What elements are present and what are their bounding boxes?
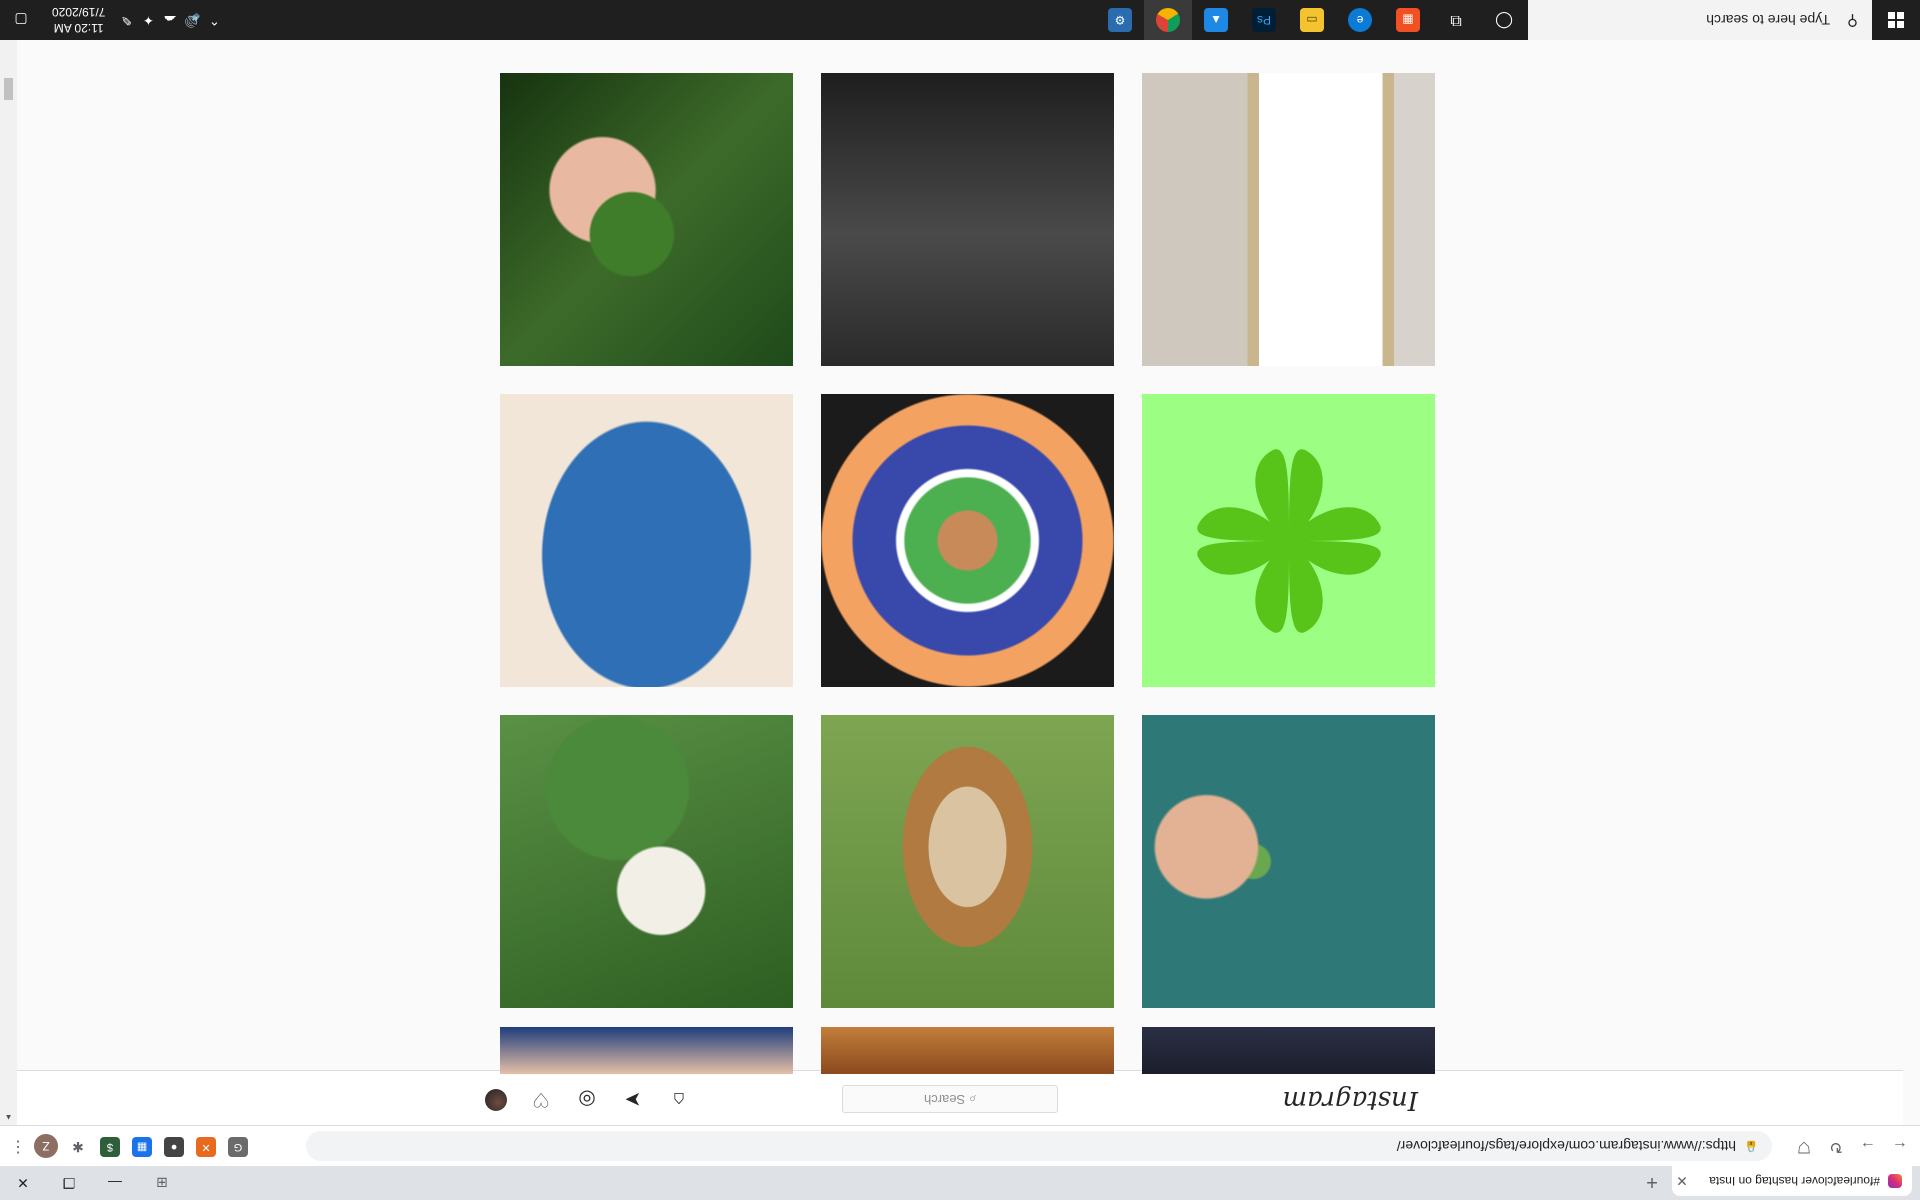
extension-g-icon[interactable]: G [228, 1137, 248, 1157]
settings-gear-icon[interactable]: ⚙ [1096, 0, 1144, 40]
search-placeholder: Search [923, 1092, 966, 1107]
post-tile-black-fabric[interactable] [821, 73, 1114, 366]
window-controls: — ❐ ✕ [0, 1166, 138, 1200]
minimize-button[interactable]: — [92, 1166, 138, 1200]
new-tab-button[interactable]: + [1640, 1170, 1664, 1194]
post-tile-artwork[interactable] [821, 394, 1114, 687]
post-tile-shamrock[interactable] [1142, 394, 1435, 687]
tab-strip: #fourleafclover hashtag on Insta ✕ + ⊞ —… [0, 1166, 1920, 1200]
start-button[interactable] [1872, 0, 1920, 40]
scroll-up-arrow-icon[interactable]: ▲ [0, 1109, 17, 1125]
url-text[interactable]: https://www.instagram.com/explore/tags/f… [1397, 1138, 1736, 1154]
explore-compass-icon[interactable]: ◎ [575, 1087, 599, 1111]
extension-shield-icon[interactable]: ⛉ [1792, 1134, 1816, 1158]
show-hidden-icons-chevron-icon[interactable]: ⌃ [203, 12, 225, 28]
shamrock-icon [1197, 449, 1381, 633]
task-view-icon[interactable]: ⧉ [1432, 0, 1480, 40]
tab-close-icon[interactable]: ✕ [1672, 1173, 1692, 1190]
pen-icon[interactable]: ✎ [115, 12, 137, 28]
address-bar[interactable]: 🔒 https://www.instagram.com/explore/tags… [306, 1131, 1772, 1161]
onedrive-cloud-icon[interactable]: ☁ [159, 12, 181, 28]
instagram-nav-icons: ⌂ ➤ ◎ ♡ [485, 1087, 691, 1111]
clock[interactable]: 11:20 AM 7/19/2020 [42, 4, 115, 36]
post-tile-dog[interactable] [821, 715, 1114, 1008]
back-button[interactable]: ← [1888, 1134, 1912, 1158]
page-scrollbar[interactable]: ▲ ▼ [0, 0, 17, 1125]
edge-icon[interactable]: e [1336, 0, 1384, 40]
close-window-button[interactable]: ✕ [0, 1166, 46, 1200]
file-explorer-icon[interactable]: ▭ [1288, 0, 1336, 40]
clock-time: 11:20 AM [53, 21, 104, 35]
extension-x-icon[interactable]: ✕ [196, 1137, 216, 1157]
extension-grid-icon[interactable]: ▦ [132, 1137, 152, 1157]
post-tile-white-clover[interactable] [500, 715, 793, 1008]
extensions-puzzle-icon[interactable]: ✱ [68, 1137, 88, 1157]
lock-icon[interactable]: 🔒 [1744, 1140, 1758, 1152]
cortana-icon[interactable]: ◯ [1480, 0, 1528, 40]
tab-instagram[interactable]: #fourleafclover hashtag on Insta ✕ [1672, 1166, 1912, 1196]
taskbar-search-placeholder: Type here to search [1706, 12, 1830, 28]
post-tile-stripe[interactable] [500, 1027, 793, 1074]
clock-date: 7/19/2020 [52, 5, 106, 19]
reload-button[interactable]: ↻ [1824, 1134, 1848, 1158]
profile-avatar[interactable]: Z [34, 1134, 58, 1158]
windows-logo-icon [1888, 12, 1904, 28]
search-icon: ⌕ [965, 1092, 977, 1107]
tab-search-icon[interactable]: ⊞ [150, 1172, 174, 1194]
profile-avatar-icon[interactable] [485, 1089, 507, 1111]
system-tray: ⌃ 🔊 ☁ ✦ ✎ 11:20 AM 7/19/2020 ▢ [0, 0, 225, 40]
menu-dots-icon[interactable]: ⋮ [8, 1134, 28, 1158]
post-tile-dark[interactable] [1142, 1027, 1435, 1074]
instagram-logo[interactable]: Instagram [1282, 1085, 1418, 1115]
post-tile-mirror-selfie[interactable] [1142, 73, 1435, 366]
scrollbar-thumb[interactable] [4, 78, 13, 100]
tab-title: #fourleafclover hashtag on Insta [1709, 1174, 1880, 1188]
instagram-header: Instagram ⌕ Search ⌂ ➤ ◎ ♡ [0, 1070, 1903, 1125]
windows-taskbar: ⚲ Type here to search ◯ ⧉ ▦ e ▭ Ps ▲ ⚙ ⌃… [0, 0, 1920, 40]
restore-button[interactable]: ❐ [46, 1166, 92, 1200]
store-icon[interactable]: ▦ [1384, 0, 1432, 40]
extension-circle-icon[interactable]: ● [164, 1137, 184, 1157]
browser-toolbar: ← → ↻ ⛉ 🔒 https://www.instagram.com/expl… [0, 1125, 1920, 1166]
chrome-icon[interactable] [1144, 0, 1192, 40]
instagram-search-input[interactable]: ⌕ Search [842, 1085, 1058, 1113]
post-tile-clover-hand[interactable] [500, 73, 793, 366]
post-tile-clover-teal[interactable] [1142, 715, 1435, 1008]
forward-button[interactable]: → [1856, 1134, 1880, 1158]
instagram-favicon-icon [1888, 1174, 1902, 1188]
extension-dollar-icon[interactable]: $ [100, 1137, 120, 1157]
photos-icon[interactable]: ▲ [1192, 0, 1240, 40]
direct-messages-icon[interactable]: ➤ [621, 1087, 645, 1111]
photoshop-icon[interactable]: Ps [1240, 0, 1288, 40]
home-icon[interactable]: ⌂ [667, 1087, 691, 1111]
search-icon: ⚲ [1847, 12, 1858, 29]
activity-heart-icon[interactable]: ♡ [529, 1087, 553, 1111]
post-tile-blue-fabric[interactable] [500, 394, 793, 687]
taskbar-search-box[interactable]: ⚲ Type here to search [1528, 0, 1872, 40]
volume-icon[interactable]: 🔊 [181, 12, 203, 28]
post-tile-rug[interactable] [821, 1027, 1114, 1074]
notification-center-icon[interactable]: ▢ [0, 12, 42, 29]
dropbox-icon[interactable]: ✦ [137, 12, 159, 28]
